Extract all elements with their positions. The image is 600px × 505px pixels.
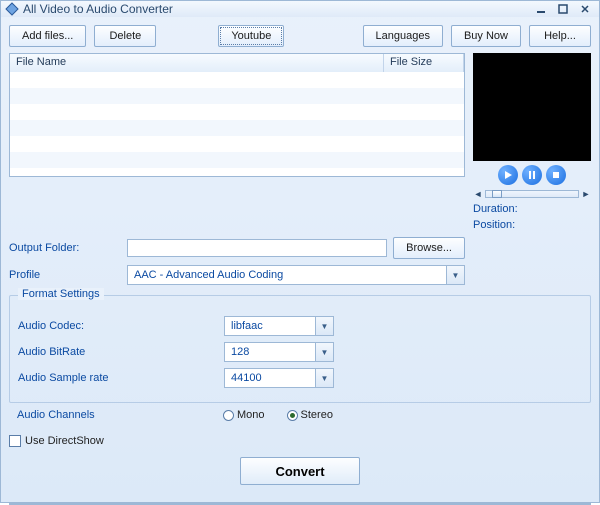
pause-button[interactable] bbox=[522, 165, 542, 185]
youtube-button[interactable]: Youtube bbox=[218, 25, 284, 47]
mono-radio[interactable]: Mono bbox=[223, 409, 265, 421]
format-settings-group: Format Settings Audio Codec: libfaac ▼ A… bbox=[9, 295, 591, 403]
audio-sample-rate-combo[interactable]: 44100 ▼ bbox=[224, 368, 334, 388]
audio-bitrate-value: 128 bbox=[225, 346, 315, 358]
player-controls bbox=[473, 165, 591, 185]
col-file-name[interactable]: File Name bbox=[10, 54, 384, 72]
output-folder-input[interactable] bbox=[127, 239, 387, 257]
audio-codec-value: libfaac bbox=[225, 320, 315, 332]
chevron-down-icon[interactable]: ▼ bbox=[446, 266, 464, 284]
minimize-button[interactable] bbox=[531, 1, 551, 17]
seek-bar[interactable]: ◄ ► bbox=[473, 189, 591, 199]
col-file-size[interactable]: File Size bbox=[384, 54, 464, 72]
profile-label: Profile bbox=[9, 269, 121, 281]
app-icon bbox=[5, 2, 19, 16]
mono-label: Mono bbox=[237, 409, 265, 421]
window-title: All Video to Audio Converter bbox=[23, 2, 529, 16]
stereo-label: Stereo bbox=[301, 409, 333, 421]
format-settings-legend: Format Settings bbox=[18, 288, 104, 300]
add-files-button[interactable]: Add files... bbox=[9, 25, 86, 47]
browse-button[interactable]: Browse... bbox=[393, 237, 465, 259]
help-button[interactable]: Help... bbox=[529, 25, 591, 47]
seek-left-icon[interactable]: ◄ bbox=[473, 189, 483, 199]
stop-button[interactable] bbox=[546, 165, 566, 185]
audio-sample-rate-label: Audio Sample rate bbox=[18, 372, 218, 384]
file-list-body[interactable] bbox=[10, 72, 464, 176]
seek-right-icon[interactable]: ► bbox=[581, 189, 591, 199]
convert-button[interactable]: Convert bbox=[240, 457, 360, 485]
audio-codec-label: Audio Codec: bbox=[18, 320, 218, 332]
profile-combo[interactable]: AAC - Advanced Audio Coding ▼ bbox=[127, 265, 465, 285]
stereo-radio[interactable]: Stereo bbox=[287, 409, 333, 421]
languages-button[interactable]: Languages bbox=[363, 25, 443, 47]
output-folder-label: Output Folder: bbox=[9, 242, 121, 254]
chevron-down-icon[interactable]: ▼ bbox=[315, 343, 333, 361]
chevron-down-icon[interactable]: ▼ bbox=[315, 369, 333, 387]
file-list-header: File Name File Size bbox=[10, 54, 464, 72]
audio-channels-label: Audio Channels bbox=[17, 409, 217, 421]
close-button[interactable] bbox=[575, 1, 595, 17]
output-profile-area: Output Folder: Browse... Profile AAC - A… bbox=[1, 231, 599, 291]
titlebar: All Video to Audio Converter bbox=[1, 1, 599, 17]
file-list[interactable]: File Name File Size bbox=[9, 53, 465, 177]
play-button[interactable] bbox=[498, 165, 518, 185]
footer-area: Use DirectShow Convert bbox=[1, 427, 599, 485]
audio-codec-combo[interactable]: libfaac ▼ bbox=[224, 316, 334, 336]
chevron-down-icon[interactable]: ▼ bbox=[315, 317, 333, 335]
use-directshow-label: Use DirectShow bbox=[25, 435, 104, 447]
profile-value: AAC - Advanced Audio Coding bbox=[128, 269, 446, 281]
audio-bitrate-combo[interactable]: 128 ▼ bbox=[224, 342, 334, 362]
main-area: File Name File Size ◄ bbox=[1, 53, 599, 231]
checkbox-icon bbox=[9, 435, 21, 447]
seek-thumb[interactable] bbox=[492, 190, 502, 198]
maximize-button[interactable] bbox=[553, 1, 573, 17]
delete-button[interactable]: Delete bbox=[94, 25, 156, 47]
radio-icon bbox=[223, 410, 234, 421]
position-label: Position: bbox=[473, 219, 591, 231]
app-window: All Video to Audio Converter Add files..… bbox=[0, 0, 600, 503]
radio-icon bbox=[287, 410, 298, 421]
audio-channels-row: Audio Channels Mono Stereo bbox=[1, 403, 599, 427]
toolbar: Add files... Delete Youtube Languages Bu… bbox=[1, 17, 599, 53]
audio-sample-rate-value: 44100 bbox=[225, 372, 315, 384]
duration-label: Duration: bbox=[473, 203, 591, 215]
buy-now-button[interactable]: Buy Now bbox=[451, 25, 521, 47]
seek-track[interactable] bbox=[485, 190, 579, 198]
audio-bitrate-label: Audio BitRate bbox=[18, 346, 218, 358]
use-directshow-checkbox[interactable]: Use DirectShow bbox=[9, 435, 104, 447]
video-preview bbox=[473, 53, 591, 161]
